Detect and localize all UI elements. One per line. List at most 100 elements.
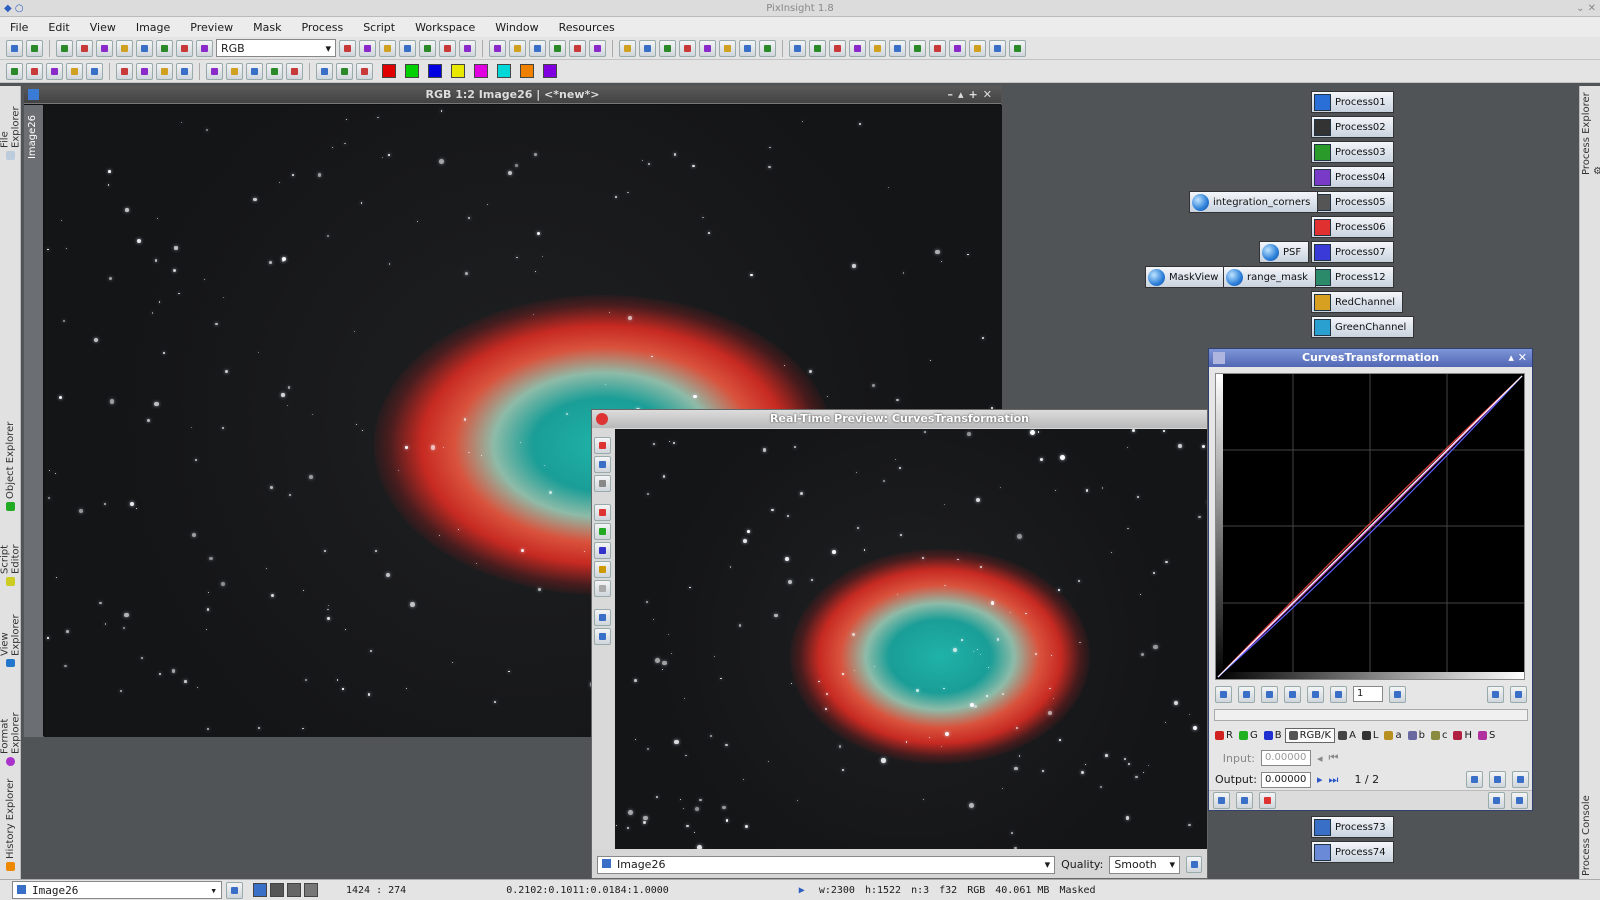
- tb2b-tool-3-icon[interactable]: [156, 62, 173, 80]
- process-icon-process04[interactable]: Process04: [1311, 166, 1394, 188]
- channel-a-button[interactable]: a: [1381, 729, 1404, 742]
- new-instance-icon[interactable]: [1213, 792, 1230, 809]
- tab-script-editor[interactable]: Script Editor: [0, 516, 22, 586]
- color-swatch-6[interactable]: [497, 64, 511, 78]
- curve-tool-select-icon[interactable]: [1238, 685, 1255, 703]
- tb2c-tool-2-icon[interactable]: [226, 62, 243, 80]
- prev-point-icon[interactable]: ◂: [1317, 752, 1323, 765]
- tab-process-explorer[interactable]: Process Explorer ⚙: [1581, 90, 1600, 175]
- curve-tool-edit-icon[interactable]: [1215, 685, 1232, 703]
- process-icon-process73[interactable]: Process73: [1311, 816, 1394, 838]
- menu-process[interactable]: Process: [291, 21, 353, 34]
- color-swatch-2[interactable]: [405, 64, 419, 78]
- tb1f-tool-10-icon[interactable]: [969, 39, 986, 57]
- process-icon-process03[interactable]: Process03: [1311, 141, 1394, 163]
- tb1c-tool-6-icon[interactable]: [439, 39, 456, 57]
- tb1b-tool-2-icon[interactable]: [76, 39, 93, 57]
- tb1b-tool-8-icon[interactable]: [196, 39, 213, 57]
- pan-icon[interactable]: [1330, 685, 1347, 703]
- tb1e-tool-6-icon[interactable]: [719, 39, 736, 57]
- status-play-icon[interactable]: ▶: [799, 885, 805, 896]
- channel-s-button[interactable]: S: [1475, 729, 1498, 742]
- channel-h-button[interactable]: H: [1450, 729, 1475, 742]
- tb1f-tool-5-icon[interactable]: [869, 39, 886, 57]
- curve-plot[interactable]: [1216, 374, 1524, 679]
- tb1e-tool-2-icon[interactable]: [639, 39, 656, 57]
- status-view-icon[interactable]: [226, 881, 243, 899]
- tb1d-tool-2-icon[interactable]: [509, 39, 526, 57]
- channel-c-button[interactable]: c: [1428, 729, 1451, 742]
- menu-mask[interactable]: Mask: [243, 21, 291, 34]
- tab-object-explorer[interactable]: Object Explorer: [2, 421, 19, 511]
- tb2b-tool-2-icon[interactable]: [136, 62, 153, 80]
- track-view-icon[interactable]: [594, 456, 611, 473]
- interp-akima-icon[interactable]: [1466, 771, 1483, 788]
- tb1c-tool-4-icon[interactable]: [399, 39, 416, 57]
- tab-history-explorer[interactable]: History Explorer: [2, 776, 19, 871]
- process-icon-process02[interactable]: Process02: [1311, 116, 1394, 138]
- preview-titlebar[interactable]: Real-Time Preview: CurvesTransformation: [592, 410, 1207, 428]
- process-icon-process06[interactable]: Process06: [1311, 216, 1394, 238]
- color-swatch-1[interactable]: [382, 64, 396, 78]
- quality-select[interactable]: Smooth ▾: [1109, 855, 1180, 874]
- process-icon-process01[interactable]: Process01: [1311, 91, 1394, 113]
- process-icon-process07[interactable]: Process07: [1311, 241, 1394, 263]
- tab-image26[interactable]: Image26: [27, 115, 38, 159]
- tab-format-explorer[interactable]: Format Explorer: [0, 676, 22, 766]
- channel-rgb-k-button[interactable]: RGB/K: [1284, 727, 1336, 743]
- tb1e-tool-5-icon[interactable]: [699, 39, 716, 57]
- script-icon-maskview[interactable]: MaskView: [1145, 266, 1227, 288]
- output-field[interactable]: 0.00000: [1261, 771, 1311, 788]
- tb2b-tool-1-icon[interactable]: [116, 62, 133, 80]
- tb1d-tool-3-icon[interactable]: [529, 39, 546, 57]
- preferences-icon[interactable]: [1511, 792, 1528, 809]
- tb1b-tool-1-icon[interactable]: [56, 39, 73, 57]
- tb1f-tool-9-icon[interactable]: [949, 39, 966, 57]
- channel-combo[interactable]: RGB ▾: [216, 39, 336, 57]
- red-channel-icon[interactable]: [594, 504, 611, 521]
- interp-cubic-icon[interactable]: [1489, 771, 1506, 788]
- show-grid-icon[interactable]: [1510, 685, 1527, 703]
- tb1a-tool-1-icon[interactable]: [6, 39, 23, 57]
- process-icon-process05[interactable]: Process05: [1311, 191, 1394, 213]
- menu-resources[interactable]: Resources: [549, 21, 625, 34]
- tb1c-tool-1-icon[interactable]: [339, 39, 356, 57]
- tb2d-tool-1-icon[interactable]: [316, 62, 333, 80]
- tb2a-tool-4-icon[interactable]: [66, 62, 83, 80]
- image-window-controls[interactable]: –▴+✕: [948, 86, 997, 104]
- reset-icon[interactable]: [1488, 792, 1505, 809]
- color-swatch-3[interactable]: [428, 64, 442, 78]
- channel-b-button[interactable]: b: [1405, 729, 1428, 742]
- channel-a-button[interactable]: A: [1335, 729, 1359, 742]
- show-all-curves-icon[interactable]: [1487, 685, 1504, 703]
- curves-window-controls[interactable]: ▴ ✕: [1508, 349, 1527, 367]
- realtime-preview-icon[interactable]: [1259, 792, 1276, 809]
- tb1b-tool-7-icon[interactable]: [176, 39, 193, 57]
- zoom-in-icon[interactable]: [1284, 685, 1301, 703]
- tb1c-tool-2-icon[interactable]: [359, 39, 376, 57]
- channel-l-button[interactable]: L: [1359, 729, 1382, 742]
- process-icon-process74[interactable]: Process74: [1311, 841, 1394, 863]
- tb1f-tool-11-icon[interactable]: [989, 39, 1006, 57]
- color-swatch-8[interactable]: [543, 64, 557, 78]
- tb1d-tool-6-icon[interactable]: [589, 39, 606, 57]
- tab-process-console[interactable]: Process Console: [1581, 786, 1598, 876]
- blue-channel-icon[interactable]: [594, 542, 611, 559]
- tb1a-tool-2-icon[interactable]: [26, 39, 43, 57]
- zoom-field[interactable]: 1: [1353, 686, 1383, 702]
- tb1b-tool-3-icon[interactable]: [96, 39, 113, 57]
- tb2c-tool-5-icon[interactable]: [286, 62, 303, 80]
- tb1e-tool-4-icon[interactable]: [679, 39, 696, 57]
- input-field[interactable]: 0.00000: [1261, 750, 1311, 766]
- tb1d-tool-1-icon[interactable]: [489, 39, 506, 57]
- last-point-icon[interactable]: ⏭: [1329, 773, 1339, 787]
- curve-graph[interactable]: [1215, 373, 1525, 680]
- tb1b-tool-6-icon[interactable]: [156, 39, 173, 57]
- tb2a-tool-2-icon[interactable]: [26, 62, 43, 80]
- mask-icon[interactable]: [594, 580, 611, 597]
- script-icon-integration-corners[interactable]: integration_corners: [1189, 191, 1319, 213]
- channel-b-button[interactable]: B: [1261, 729, 1285, 742]
- tab-file-explorer[interactable]: File Explorer: [0, 90, 22, 160]
- menu-window[interactable]: Window: [485, 21, 548, 34]
- curve-tool-delete-icon[interactable]: [1261, 685, 1278, 703]
